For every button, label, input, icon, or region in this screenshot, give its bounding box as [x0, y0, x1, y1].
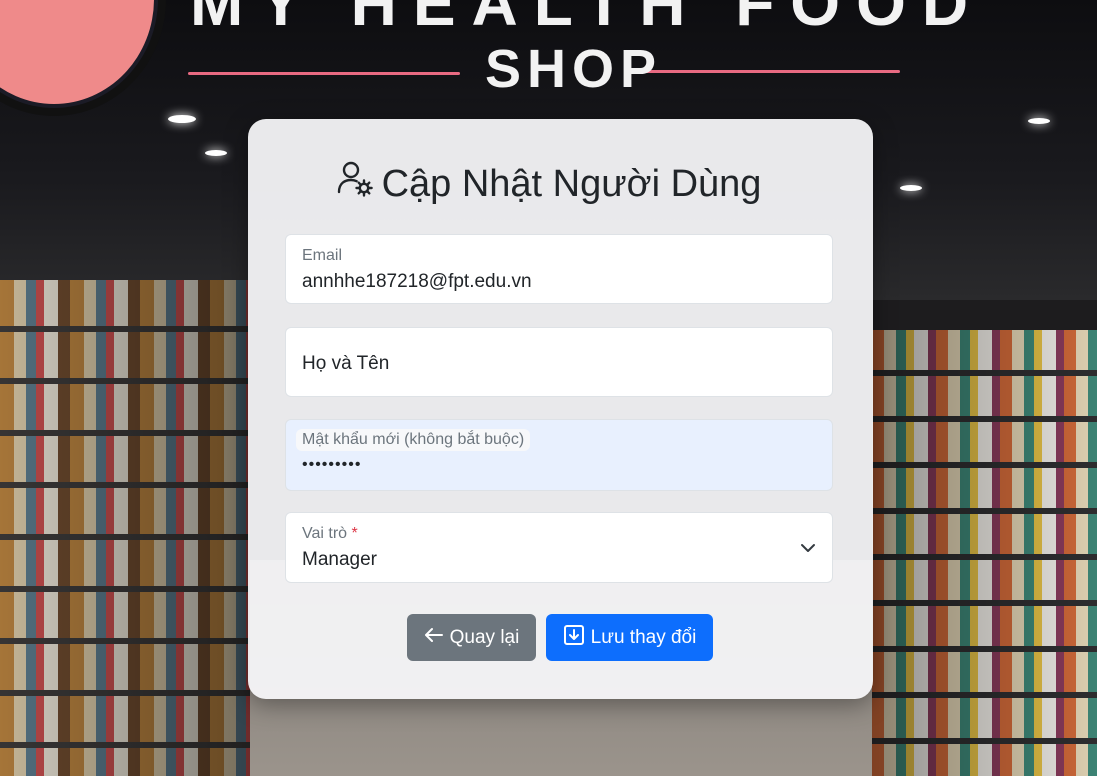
ceiling-light: [1028, 118, 1050, 124]
chevron-down-icon: [800, 541, 816, 559]
new-password-field[interactable]: Mật khẩu mới (không bắt buộc) •••••••••: [285, 419, 833, 491]
role-label: Vai trò *: [302, 525, 358, 543]
ceiling-light: [205, 150, 227, 156]
page-title-text: Cập Nhật Người Dùng: [381, 162, 762, 205]
store-sign-title: MY HEALTH FOOD: [190, 0, 985, 39]
sign-underline-left: [188, 72, 460, 75]
ceiling-light: [168, 115, 196, 123]
email-label: Email: [302, 247, 343, 264]
email-value: annhhe187218@fpt.edu.vn: [302, 271, 532, 292]
role-selected-value: Manager: [302, 549, 377, 570]
email-field[interactable]: Email annhhe187218@fpt.edu.vn: [285, 234, 833, 304]
save-changes-label: Lưu thay đổi: [590, 626, 697, 648]
full-name-field[interactable]: Họ và Tên: [285, 327, 833, 397]
role-select[interactable]: Vai trò * Manager: [285, 512, 833, 583]
store-shelf-right: [872, 330, 1097, 776]
save-changes-button[interactable]: Lưu thay đổi: [546, 614, 713, 661]
sign-underline-right: [632, 70, 900, 73]
page-title: Cập Nhật Người Dùng: [0, 158, 1097, 209]
store-sign-shop: SHOP: [485, 39, 663, 99]
new-password-value: •••••••••: [302, 456, 362, 473]
full-name-placeholder: Họ và Tên: [302, 353, 390, 374]
back-button[interactable]: Quay lại: [407, 614, 536, 661]
download-box-icon: [563, 624, 585, 652]
new-password-label: Mật khẩu mới (không bắt buộc): [296, 429, 531, 451]
required-mark: *: [351, 525, 358, 542]
arrow-left-icon: [424, 627, 444, 649]
back-button-label: Quay lại: [449, 626, 520, 648]
role-label-text: Vai trò: [302, 525, 348, 542]
store-logo-text: SUSTAINABLE · ETHICAL: [0, 0, 124, 13]
user-gear-icon: [336, 159, 374, 209]
store-shelf-left: [0, 280, 250, 776]
